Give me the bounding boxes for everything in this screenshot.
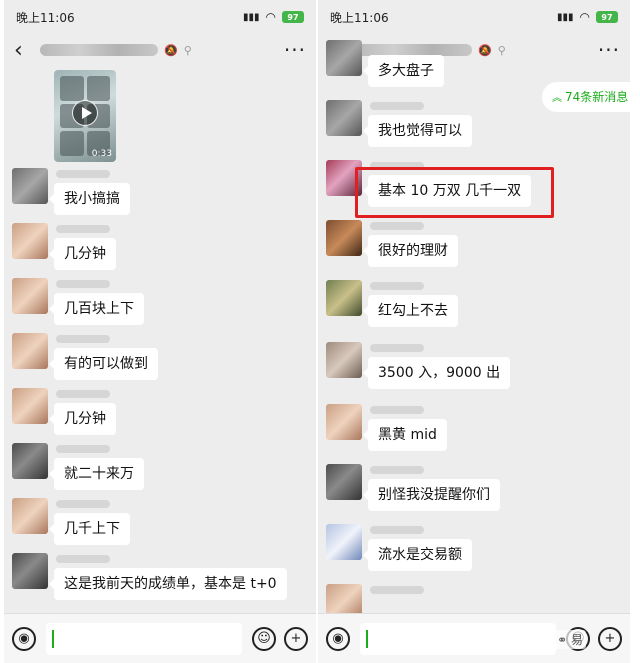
sender-name-blurred [370, 222, 424, 230]
sender-name-blurred [370, 406, 424, 414]
avatar[interactable] [12, 278, 48, 314]
voice-icon[interactable]: ◉ [326, 626, 350, 651]
message-input[interactable] [46, 622, 242, 655]
list-item: 我小搞搞 [12, 168, 308, 218]
list-item: 黑黄 mid [326, 404, 622, 454]
sender-name-blurred [56, 280, 110, 288]
plus-icon[interactable]: + [598, 626, 622, 651]
text-cursor [52, 629, 54, 648]
chat-screen-right: 晚上11:06 ▮▮▮ ◠ 97 ‹ 🔕 ⚲ ··· 多大盘子 我也觉得可以 基… [318, 0, 630, 663]
back-icon[interactable]: ‹ [14, 38, 34, 63]
sender-name-blurred [56, 225, 110, 233]
message-bubble[interactable]: 我小搞搞 [49, 183, 130, 215]
avatar[interactable] [326, 404, 362, 440]
sender-name-blurred [370, 466, 424, 474]
chat-title-blurred [40, 44, 158, 56]
status-bar: 晚上11:06 ▮▮▮ ◠ 97 [4, 0, 316, 34]
sender-name-blurred [370, 282, 424, 290]
message-bubble[interactable]: 这是我前天的成绩单，基本是 t+0 [49, 568, 287, 600]
play-icon[interactable] [72, 100, 98, 126]
emoji-icon[interactable]: ☺ [252, 626, 276, 651]
watermark: ⚭ 易 [554, 630, 586, 649]
status-time: 晚上11:06 [16, 10, 75, 25]
avatar[interactable] [12, 333, 48, 369]
message-bubble[interactable]: 我也觉得可以 [363, 115, 472, 147]
pin-icon: ⚲ [183, 43, 192, 57]
message-bubble[interactable]: 多大盘子 [363, 55, 444, 87]
message-bubble[interactable]: 很好的理财 [363, 235, 458, 267]
sender-name-blurred [56, 500, 110, 508]
avatar[interactable] [326, 220, 362, 256]
message-bubble[interactable]: 几分钟 [49, 238, 116, 270]
input-bar: ◉ ☺ + [4, 613, 316, 663]
status-bar: 晚上11:06 ▮▮▮ ◠ 97 [318, 0, 630, 34]
sender-name-blurred [56, 555, 110, 563]
list-item: 几百块上下 [12, 278, 308, 328]
battery-icon: 97 [282, 11, 304, 23]
signal-icon: ▮▮▮ [243, 11, 260, 23]
avatar[interactable] [12, 443, 48, 479]
message-bubble[interactable]: 几分钟 [49, 403, 116, 435]
avatar[interactable] [326, 280, 362, 316]
message-list[interactable]: 0:33 我小搞搞 几分钟 几百块上下 有的可以做到 几分钟 就二十来万 几千上… [4, 66, 316, 613]
list-item: 几分钟 [12, 388, 308, 438]
chevrons-up-icon: ︽ [552, 93, 562, 104]
message-bubble[interactable]: 3500 入，9000 出 [362, 357, 511, 389]
sender-name-blurred [370, 526, 424, 534]
list-item: 几千上下 [12, 498, 308, 548]
wifi-icon: ◠ [579, 10, 590, 24]
avatar[interactable] [12, 223, 48, 259]
voice-icon[interactable]: ◉ [12, 626, 36, 651]
message-bubble[interactable]: 有的可以做到 [49, 348, 158, 380]
list-item: 这是我前天的成绩单，基本是 t+0 [12, 553, 308, 603]
avatar[interactable] [326, 40, 362, 76]
sender-name-blurred [56, 335, 110, 343]
list-item: 就二十来万 [12, 443, 308, 493]
message-bubble[interactable]: 几百块上下 [49, 293, 144, 325]
avatar[interactable] [326, 100, 362, 136]
avatar[interactable] [12, 388, 48, 424]
message-bubble[interactable]: 流水是交易额 [363, 539, 472, 571]
chat-header: ‹ 🔕 ⚲ ··· [4, 34, 316, 66]
plus-icon[interactable]: + [284, 626, 308, 651]
list-item: 3500 入，9000 出 [326, 342, 622, 392]
highlight-box [355, 167, 554, 218]
message-bubble[interactable]: 黑黄 mid [363, 419, 447, 451]
sender-name-blurred [56, 170, 110, 178]
text-cursor [366, 629, 368, 648]
video-duration: 0:33 [91, 149, 112, 159]
mute-icon: 🔕 [164, 43, 178, 57]
sender-name-blurred [370, 102, 424, 110]
chat-screen-left: 晚上11:06 ▮▮▮ ◠ 97 ‹ 🔕 ⚲ ··· 0:33 我小搞搞 几分钟 [4, 0, 316, 663]
sender-name-blurred [370, 344, 424, 352]
message-bubble[interactable]: 别怪我没提醒你们 [363, 479, 500, 511]
avatar[interactable] [326, 524, 362, 560]
message-list[interactable]: 多大盘子 我也觉得可以 基本 10 万双 几千一双 很好的理财 红勾上不去 35… [318, 40, 630, 620]
wifi-icon: ◠ [265, 10, 276, 24]
avatar[interactable] [12, 498, 48, 534]
list-item: 几分钟 [12, 223, 308, 273]
signal-icon: ▮▮▮ [557, 11, 574, 23]
message-bubble[interactable]: 就二十来万 [49, 458, 144, 490]
message-bubble[interactable]: 红勾上不去 [363, 295, 458, 327]
battery-icon: 97 [596, 11, 618, 23]
avatar[interactable] [326, 464, 362, 500]
video-message[interactable]: 0:33 [54, 70, 116, 162]
sender-name-blurred [370, 586, 424, 594]
status-time: 晚上11:06 [330, 10, 389, 25]
sender-name-blurred [56, 445, 110, 453]
avatar[interactable] [12, 168, 48, 204]
new-messages-button[interactable]: ︽ 74条新消息 [542, 82, 630, 112]
list-item: 别怪我没提醒你们 [326, 464, 622, 514]
message-bubble[interactable]: 几千上下 [49, 513, 130, 545]
list-item: 很好的理财 [326, 220, 622, 270]
sender-name-blurred [56, 390, 110, 398]
avatar[interactable] [326, 342, 362, 378]
message-input[interactable] [360, 622, 556, 655]
more-icon[interactable]: ··· [284, 38, 306, 62]
avatar[interactable] [12, 553, 48, 589]
list-item: 流水是交易额 [326, 524, 622, 574]
list-item: 有的可以做到 [12, 333, 308, 383]
list-item: 红勾上不去 [326, 280, 622, 330]
